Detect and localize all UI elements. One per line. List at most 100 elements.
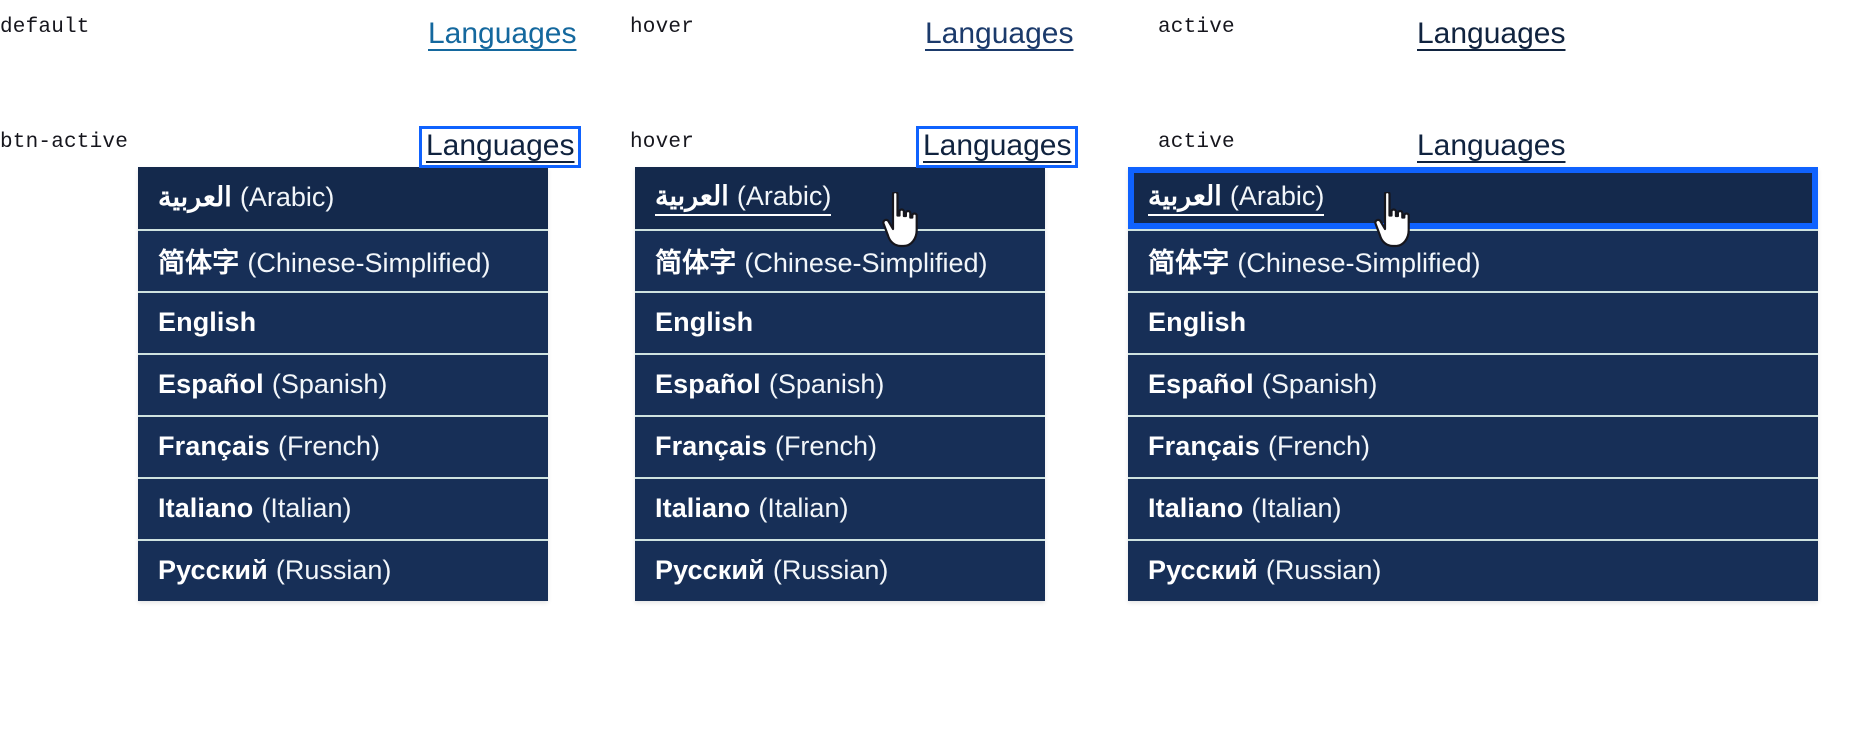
language-english-name: (Spanish) bbox=[271, 368, 388, 399]
languages-trigger-default[interactable]: Languages bbox=[421, 14, 583, 56]
language-option-text: Русский (Russian) bbox=[655, 555, 888, 588]
language-native-name: Español bbox=[1148, 368, 1254, 399]
language-option-text: 简体字 (Chinese-Simplified) bbox=[158, 241, 491, 282]
languages-trigger-btn-active[interactable]: Languages bbox=[916, 126, 1079, 168]
languages-trigger-btn-active[interactable]: Languages bbox=[419, 126, 582, 168]
language-native-name: 简体字 bbox=[1148, 247, 1230, 278]
language-option-text: Français (French) bbox=[655, 431, 877, 464]
language-option-text: العربية (Arabic) bbox=[1148, 180, 1325, 216]
language-option-6[interactable]: Русский (Russian) bbox=[635, 539, 1045, 601]
language-option-2[interactable]: English bbox=[635, 291, 1045, 353]
language-native-name: Français bbox=[655, 430, 767, 461]
languages-trigger-label: Languages bbox=[1417, 17, 1566, 50]
language-native-name: العربية bbox=[1148, 180, 1222, 211]
language-native-name: English bbox=[158, 306, 257, 337]
language-native-name: Русский bbox=[158, 554, 268, 585]
language-option-text: Русский (Russian) bbox=[158, 555, 391, 588]
language-option-text: Español (Spanish) bbox=[158, 369, 387, 402]
state-label-bottom-active: active bbox=[1158, 131, 1235, 154]
language-english-name: (Italian) bbox=[758, 492, 849, 523]
language-english-name: (Russian) bbox=[772, 554, 889, 585]
language-dropdown-btn-active: العربية (Arabic) 简体字 (Chinese-Simplified) En… bbox=[138, 167, 548, 601]
language-option-text: Italiano (Italian) bbox=[158, 493, 351, 526]
languages-trigger-label: Languages bbox=[1417, 129, 1566, 162]
language-option-text: English bbox=[1148, 307, 1246, 340]
language-option-5[interactable]: Italiano (Italian) bbox=[635, 477, 1045, 539]
language-option-text: 简体字 (Chinese-Simplified) bbox=[1148, 241, 1481, 282]
language-option-0[interactable]: العربية (Arabic) bbox=[635, 167, 1045, 229]
language-native-name: Español bbox=[655, 368, 761, 399]
languages-trigger-label: Languages bbox=[925, 17, 1074, 50]
language-native-name: Français bbox=[158, 430, 270, 461]
language-native-name: 简体字 bbox=[158, 247, 240, 278]
language-option-text: Italiano (Italian) bbox=[1148, 493, 1341, 526]
language-option-1[interactable]: 简体字 (Chinese-Simplified) bbox=[635, 229, 1045, 291]
language-native-name: Italiano bbox=[158, 492, 254, 523]
language-english-name: (Arabic) bbox=[239, 181, 335, 212]
language-english-name: (Arabic) bbox=[1229, 180, 1325, 211]
language-english-name: (Spanish) bbox=[1261, 368, 1378, 399]
state-label-top-active: active bbox=[1158, 16, 1235, 39]
language-option-6[interactable]: Русский (Russian) bbox=[138, 539, 548, 601]
language-dropdown-active: العربية (Arabic) 简体字 (Chinese-Simplified) En… bbox=[1128, 167, 1818, 601]
language-option-4[interactable]: Français (French) bbox=[635, 415, 1045, 477]
language-english-name: (Italian) bbox=[261, 492, 352, 523]
language-native-name: العربية bbox=[655, 180, 729, 211]
language-english-name: (Chinese-Simplified) bbox=[744, 247, 988, 278]
language-option-1[interactable]: 简体字 (Chinese-Simplified) bbox=[1128, 229, 1818, 291]
language-native-name: Español bbox=[158, 368, 264, 399]
language-english-name: (Italian) bbox=[1251, 492, 1342, 523]
language-option-3[interactable]: Español (Spanish) bbox=[138, 353, 548, 415]
languages-trigger-label: Languages bbox=[428, 17, 577, 50]
state-label-top-default: default bbox=[0, 16, 90, 39]
screenshot-canvas: default Languages hover Languages active… bbox=[0, 0, 1854, 736]
language-option-1[interactable]: 简体字 (Chinese-Simplified) bbox=[138, 229, 548, 291]
language-native-name: English bbox=[1148, 306, 1247, 337]
language-english-name: (Chinese-Simplified) bbox=[247, 247, 491, 278]
languages-trigger-active[interactable]: Languages bbox=[1410, 126, 1572, 168]
language-english-name: (Spanish) bbox=[768, 368, 885, 399]
language-option-text: Español (Spanish) bbox=[1148, 369, 1377, 402]
language-option-text: Español (Spanish) bbox=[655, 369, 884, 402]
language-option-2[interactable]: English bbox=[138, 291, 548, 353]
language-option-4[interactable]: Français (French) bbox=[1128, 415, 1818, 477]
language-native-name: Italiano bbox=[655, 492, 751, 523]
language-option-0[interactable]: العربية (Arabic) bbox=[138, 167, 548, 229]
language-option-text: English bbox=[158, 307, 256, 340]
language-option-text: 简体字 (Chinese-Simplified) bbox=[655, 241, 988, 282]
state-label-bottom-hover: hover bbox=[630, 131, 695, 154]
language-option-2[interactable]: English bbox=[1128, 291, 1818, 353]
language-native-name: 简体字 bbox=[655, 247, 737, 278]
language-option-text: Italiano (Italian) bbox=[655, 493, 848, 526]
language-english-name: (French) bbox=[1267, 430, 1370, 461]
language-english-name: (Arabic) bbox=[736, 180, 832, 211]
language-option-0[interactable]: العربية (Arabic) bbox=[1128, 167, 1818, 229]
language-dropdown-hover: العربية (Arabic) 简体字 (Chinese-Simplified) En… bbox=[635, 167, 1045, 601]
language-option-text: Français (French) bbox=[158, 431, 380, 464]
language-native-name: Italiano bbox=[1148, 492, 1244, 523]
language-english-name: (French) bbox=[277, 430, 380, 461]
language-native-name: Русский bbox=[655, 554, 765, 585]
languages-trigger-active[interactable]: Languages bbox=[1410, 14, 1572, 56]
languages-trigger-hover[interactable]: Languages bbox=[918, 14, 1080, 56]
language-option-5[interactable]: Italiano (Italian) bbox=[138, 477, 548, 539]
language-option-6[interactable]: Русский (Russian) bbox=[1128, 539, 1818, 601]
languages-trigger-label: Languages bbox=[923, 129, 1072, 162]
language-native-name: العربية bbox=[158, 181, 232, 212]
language-native-name: English bbox=[655, 306, 754, 337]
language-option-text: العربية (Arabic) bbox=[158, 182, 334, 215]
language-english-name: (Chinese-Simplified) bbox=[1237, 247, 1481, 278]
language-native-name: Русский bbox=[1148, 554, 1258, 585]
language-option-text: Русский (Russian) bbox=[1148, 555, 1381, 588]
language-english-name: (Russian) bbox=[1265, 554, 1382, 585]
state-label-bottom-btn-active: btn-active bbox=[0, 131, 129, 154]
language-option-text: Français (French) bbox=[1148, 431, 1370, 464]
language-native-name: Français bbox=[1148, 430, 1260, 461]
language-option-text: العربية (Arabic) bbox=[655, 180, 832, 216]
language-option-text: English bbox=[655, 307, 753, 340]
language-option-3[interactable]: Español (Spanish) bbox=[635, 353, 1045, 415]
language-option-4[interactable]: Français (French) bbox=[138, 415, 548, 477]
state-label-top-hover: hover bbox=[630, 16, 695, 39]
language-option-3[interactable]: Español (Spanish) bbox=[1128, 353, 1818, 415]
language-option-5[interactable]: Italiano (Italian) bbox=[1128, 477, 1818, 539]
